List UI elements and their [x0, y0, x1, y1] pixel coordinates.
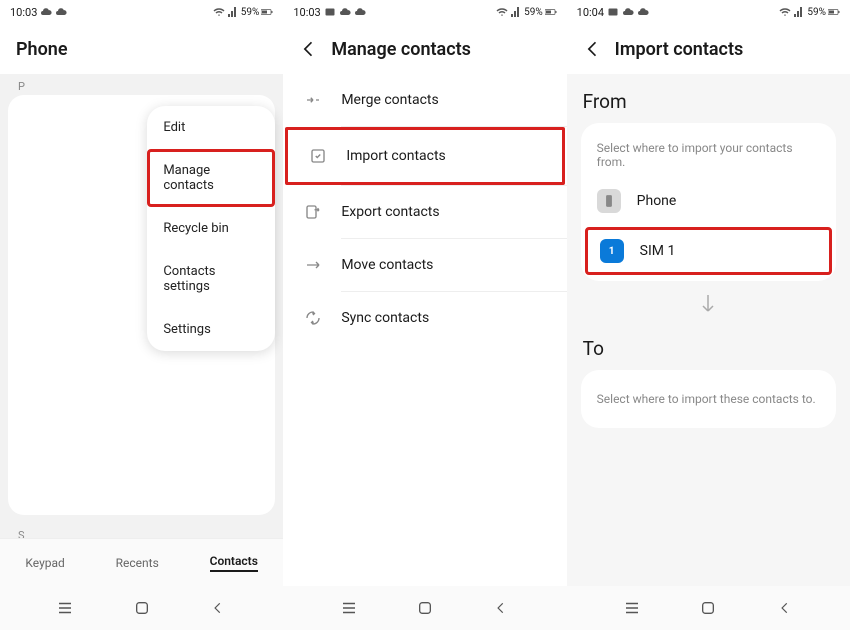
- item-label: Merge contacts: [341, 92, 438, 108]
- menu-edit[interactable]: Edit: [147, 106, 275, 149]
- nav-back[interactable]: [207, 597, 229, 619]
- cloud-icon: [339, 6, 351, 18]
- nav-home[interactable]: [131, 597, 153, 619]
- overflow-menu: Edit Manage contacts Recycle bin Contact…: [147, 106, 275, 351]
- cloud-icon: [622, 6, 634, 18]
- item-label: Import contacts: [346, 148, 445, 164]
- battery-icon: [261, 6, 273, 18]
- status-bar: 10:03 59%: [283, 0, 566, 24]
- picture-icon: [324, 6, 336, 18]
- alpha-separator: S: [0, 523, 283, 538]
- to-card: Select where to import these contacts to…: [581, 370, 836, 428]
- menu-manage-contacts[interactable]: Manage contacts: [147, 149, 275, 207]
- page-title: Phone: [16, 39, 68, 60]
- item-label: Move contacts: [341, 257, 433, 273]
- app-header: Manage contacts: [283, 24, 566, 74]
- nav-bar: [283, 586, 566, 630]
- main-content: From Select where to import your contact…: [567, 74, 850, 586]
- signal-icon: [227, 6, 239, 18]
- tab-recents[interactable]: Recents: [116, 556, 159, 570]
- item-label: Sync contacts: [341, 310, 429, 326]
- from-hint: Select where to import your contacts fro…: [581, 127, 836, 177]
- wifi-icon: [213, 6, 225, 18]
- cloud-icon: [40, 6, 52, 18]
- nav-recents[interactable]: [338, 597, 360, 619]
- cloud-icon: [55, 6, 67, 18]
- bottom-tabs: Keypad Recents Contacts: [0, 538, 283, 586]
- status-time: 10:03: [10, 6, 37, 19]
- app-header: Phone: [0, 24, 283, 74]
- wifi-icon: [779, 6, 791, 18]
- nav-recents[interactable]: [621, 597, 643, 619]
- source-phone[interactable]: Phone: [581, 177, 836, 225]
- battery-icon: [545, 6, 557, 18]
- battery-pct: 59%: [241, 7, 260, 18]
- export-icon: [303, 202, 323, 222]
- main-content: P S Edit Manage contacts Recycle bin Con…: [0, 74, 283, 538]
- nav-back[interactable]: [774, 597, 796, 619]
- app-header: Import contacts: [567, 24, 850, 74]
- back-icon[interactable]: [583, 39, 603, 59]
- sim-icon: 1: [600, 239, 624, 263]
- source-label: SIM 1: [640, 243, 676, 259]
- menu-recycle-bin[interactable]: Recycle bin: [147, 207, 275, 250]
- nav-home[interactable]: [697, 597, 719, 619]
- nav-home[interactable]: [414, 597, 436, 619]
- picture-icon: [607, 6, 619, 18]
- phone-storage-icon: [597, 189, 621, 213]
- main-content: Merge contacts Import contacts Export co…: [283, 74, 566, 586]
- page-title: Import contacts: [615, 39, 744, 60]
- menu-settings[interactable]: Settings: [147, 308, 275, 351]
- alpha-separator: P: [0, 74, 283, 95]
- status-bar: 10:03 59%: [0, 0, 283, 24]
- from-card: Select where to import your contacts fro…: [581, 123, 836, 281]
- page-title: Manage contacts: [331, 39, 471, 60]
- status-bar: 10:04 59%: [567, 0, 850, 24]
- to-hint: Select where to import these contacts to…: [581, 374, 836, 424]
- menu-contacts-settings[interactable]: Contacts settings: [147, 250, 275, 308]
- nav-recents[interactable]: [54, 597, 76, 619]
- battery-pct: 59%: [524, 7, 543, 18]
- cloud-icon: [637, 6, 649, 18]
- sync-icon: [303, 308, 323, 328]
- status-time: 10:03: [293, 6, 320, 19]
- item-import-contacts[interactable]: Import contacts: [288, 130, 561, 182]
- item-export-contacts[interactable]: Export contacts: [283, 186, 566, 238]
- back-icon[interactable]: [299, 39, 319, 59]
- to-label: To: [581, 321, 836, 370]
- item-merge-contacts[interactable]: Merge contacts: [283, 74, 566, 126]
- item-move-contacts[interactable]: Move contacts: [283, 239, 566, 291]
- tab-keypad[interactable]: Keypad: [25, 556, 64, 570]
- import-icon: [308, 146, 328, 166]
- from-label: From: [581, 74, 836, 123]
- arrow-down-icon: [581, 281, 836, 321]
- nav-bar: [567, 586, 850, 630]
- item-sync-contacts[interactable]: Sync contacts: [283, 292, 566, 344]
- move-icon: [303, 255, 323, 275]
- signal-icon: [510, 6, 522, 18]
- source-sim1[interactable]: 1 SIM 1: [588, 230, 829, 272]
- status-time: 10:04: [577, 6, 604, 19]
- wifi-icon: [496, 6, 508, 18]
- battery-icon: [828, 6, 840, 18]
- cloud-icon: [354, 6, 366, 18]
- battery-pct: 59%: [807, 7, 826, 18]
- tab-contacts[interactable]: Contacts: [210, 554, 258, 572]
- item-label: Export contacts: [341, 204, 439, 220]
- nav-bar: [0, 586, 283, 630]
- merge-icon: [303, 90, 323, 110]
- nav-back[interactable]: [490, 597, 512, 619]
- signal-icon: [793, 6, 805, 18]
- source-label: Phone: [637, 193, 677, 209]
